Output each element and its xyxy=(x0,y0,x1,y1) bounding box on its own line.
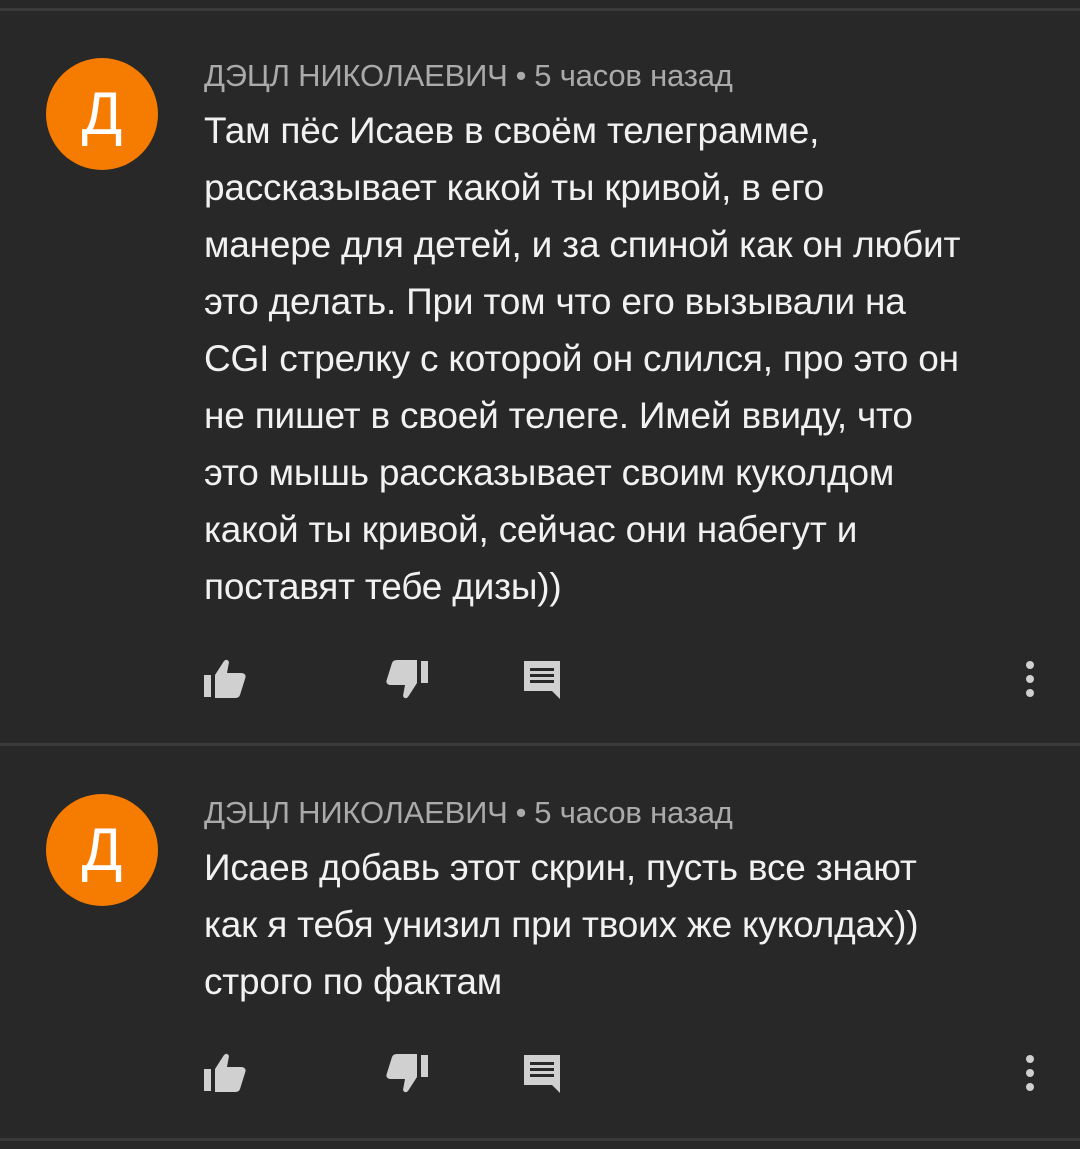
comment-icon xyxy=(520,657,564,701)
bottom-divider xyxy=(0,1138,1080,1141)
dislike-button[interactable] xyxy=(382,654,432,704)
meta-separator: • xyxy=(515,795,527,830)
avatar[interactable]: Д xyxy=(46,58,158,170)
author-name[interactable]: ДЭЦЛ НИКОЛАЕВИЧ xyxy=(204,795,508,830)
thumbs-up-icon xyxy=(202,1051,248,1095)
comment-actions xyxy=(0,654,1080,714)
like-button[interactable] xyxy=(200,1048,250,1098)
author-name[interactable]: ДЭЦЛ НИКОЛАЕВИЧ xyxy=(204,58,508,93)
dislike-button[interactable] xyxy=(382,1048,432,1098)
comment-actions xyxy=(0,1048,1080,1108)
comment-divider xyxy=(0,743,1080,746)
comment-text: Исаев добавь этот скрин, пусть все знают… xyxy=(204,847,919,1002)
meta-separator: • xyxy=(515,58,527,93)
more-button[interactable] xyxy=(1005,654,1055,704)
avatar[interactable]: Д xyxy=(46,794,158,906)
avatar-letter: Д xyxy=(81,816,123,883)
comment-text: Там пёс Исаев в своём телеграмме, расска… xyxy=(204,110,961,607)
avatar-letter: Д xyxy=(81,80,123,147)
more-vert-icon xyxy=(1024,659,1036,699)
top-divider xyxy=(0,8,1080,11)
comments-page: Д ДЭЦЛ НИКОЛАЕВИЧ • 5 часов назад Там пёс … xyxy=(0,0,1080,1149)
comment-time[interactable]: 5 часов назад xyxy=(534,58,733,93)
comment-meta: ДЭЦЛ НИКОЛАЕВИЧ • 5 часов назад xyxy=(204,795,733,831)
reply-button[interactable] xyxy=(517,654,567,704)
comment-icon xyxy=(520,1051,564,1095)
reply-button[interactable] xyxy=(517,1048,567,1098)
more-vert-icon xyxy=(1024,1053,1036,1093)
like-button[interactable] xyxy=(200,654,250,704)
thumbs-down-icon xyxy=(384,657,430,701)
comment-time[interactable]: 5 часов назад xyxy=(534,795,733,830)
more-button[interactable] xyxy=(1005,1048,1055,1098)
comment-meta: ДЭЦЛ НИКОЛАЕВИЧ • 5 часов назад xyxy=(204,58,733,94)
thumbs-down-icon xyxy=(384,1051,430,1095)
thumbs-up-icon xyxy=(202,657,248,701)
